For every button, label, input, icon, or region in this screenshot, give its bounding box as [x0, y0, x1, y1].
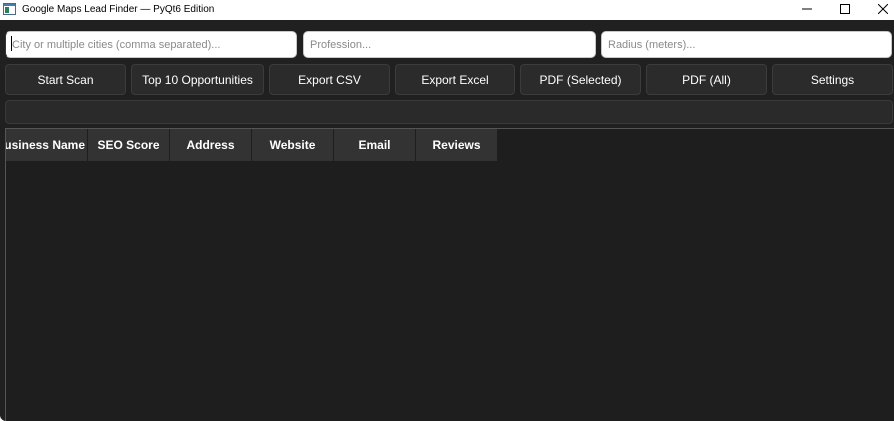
column-header-address[interactable]: Address: [170, 129, 252, 161]
title-bar[interactable]: Google Maps Lead Finder — PyQt6 Edition: [0, 0, 894, 20]
column-header-seo-score[interactable]: SEO Score: [88, 129, 170, 161]
maximize-button[interactable]: [826, 0, 864, 18]
column-header-website[interactable]: Website: [252, 129, 334, 161]
minimize-button[interactable]: [788, 0, 826, 18]
maximize-icon: [840, 4, 850, 14]
column-header-business-name[interactable]: Business Name: [6, 129, 88, 161]
column-header-email[interactable]: Email: [334, 129, 416, 161]
app-window: Google Maps Lead Finder — PyQt6 Edition …: [0, 0, 894, 421]
close-icon: [878, 4, 888, 14]
radius-input[interactable]: [601, 31, 892, 58]
top10-opportunities-button[interactable]: Top 10 Opportunities: [131, 64, 264, 95]
main-content: Start Scan Top 10 Opportunities Export C…: [0, 20, 894, 421]
column-header-reviews[interactable]: Reviews: [416, 129, 498, 161]
start-scan-button[interactable]: Start Scan: [5, 64, 126, 95]
app-window-icon: [3, 3, 16, 15]
city-input[interactable]: [5, 31, 297, 58]
text-caret: [11, 36, 12, 51]
window-title: Google Maps Lead Finder — PyQt6 Edition: [22, 4, 215, 15]
pdf-all-button[interactable]: PDF (All): [646, 64, 767, 95]
minimize-icon: [802, 8, 812, 10]
export-excel-button[interactable]: Export Excel: [395, 64, 515, 95]
export-csv-button[interactable]: Export CSV: [269, 64, 390, 95]
progress-bar: [5, 100, 893, 124]
close-button[interactable]: [864, 0, 894, 18]
profession-input[interactable]: [303, 31, 596, 58]
settings-button[interactable]: Settings: [772, 64, 893, 95]
pdf-selected-button[interactable]: PDF (Selected): [520, 64, 641, 95]
table-header: Business Name SEO Score Address Website …: [6, 129, 498, 161]
results-table[interactable]: Business Name SEO Score Address Website …: [5, 128, 894, 421]
